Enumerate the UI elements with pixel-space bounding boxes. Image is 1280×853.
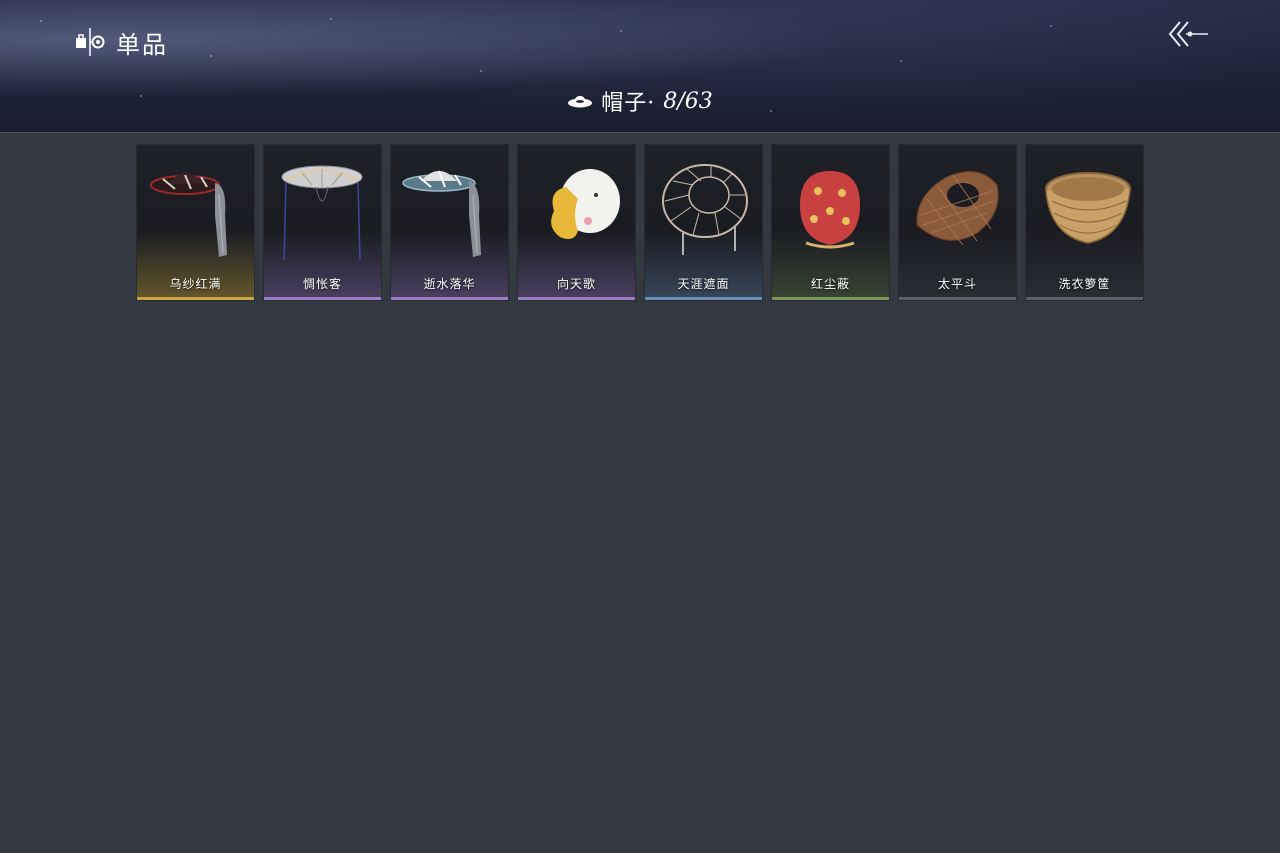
basket-hat-icon (1045, 172, 1131, 244)
veiled-hat-icon (150, 173, 227, 257)
item-name: 天涯遮面 (677, 277, 730, 291)
collection-icon (76, 28, 105, 56)
woven-hat-icon (916, 171, 999, 246)
item-grid: 乌纱红满 惆怅客 逝水落华 向天歌 天涯遮面 红尘蔽 太平斗 洗衣箩筐 (137, 145, 1143, 300)
red-hood-icon (800, 171, 860, 249)
page-title: 单品 (116, 30, 168, 59)
item-card[interactable]: 天涯遮面 (645, 145, 762, 300)
veiled-hat-icon (402, 170, 481, 257)
item-card[interactable]: 乌纱红满 (137, 145, 254, 300)
item-card[interactable]: 惆怅客 (264, 145, 381, 300)
back-arrow-icon[interactable] (1166, 18, 1210, 52)
item-card[interactable]: 向天歌 (518, 145, 635, 300)
rarity-bar (899, 297, 1016, 300)
rarity-bar (645, 297, 762, 300)
item-name: 惆怅客 (302, 277, 342, 291)
rarity-bar (518, 297, 635, 300)
item-card[interactable]: 逝水落华 (391, 145, 508, 300)
item-card[interactable]: 太平斗 (899, 145, 1016, 300)
item-name: 洗衣箩筐 (1058, 277, 1111, 291)
goose-hat-icon (551, 169, 620, 239)
top-header: 单品 帽子· 8/63 (0, 0, 1280, 133)
item-name: 太平斗 (937, 277, 977, 291)
page-title-group: 单品 (74, 26, 168, 59)
item-name: 乌纱红满 (169, 277, 222, 291)
item-card[interactable]: 洗衣箩筐 (1026, 145, 1143, 300)
conical-hat-icon (281, 165, 363, 261)
hat-icon (568, 96, 593, 108)
rarity-bar (264, 297, 381, 300)
frame-hat-icon (662, 164, 748, 255)
rarity-bar (772, 297, 889, 300)
item-name: 红尘蔽 (810, 277, 850, 291)
rarity-bar (137, 297, 254, 300)
category-count: 8/63 (663, 88, 713, 114)
category-header: 帽子· 8/63 (0, 86, 1280, 116)
rarity-bar (391, 297, 508, 300)
item-card[interactable]: 红尘蔽 (772, 145, 889, 300)
item-name: 逝水落华 (423, 277, 476, 291)
rarity-bar (1026, 297, 1143, 300)
category-label: 帽子· (601, 91, 656, 116)
item-name: 向天歌 (556, 277, 596, 291)
